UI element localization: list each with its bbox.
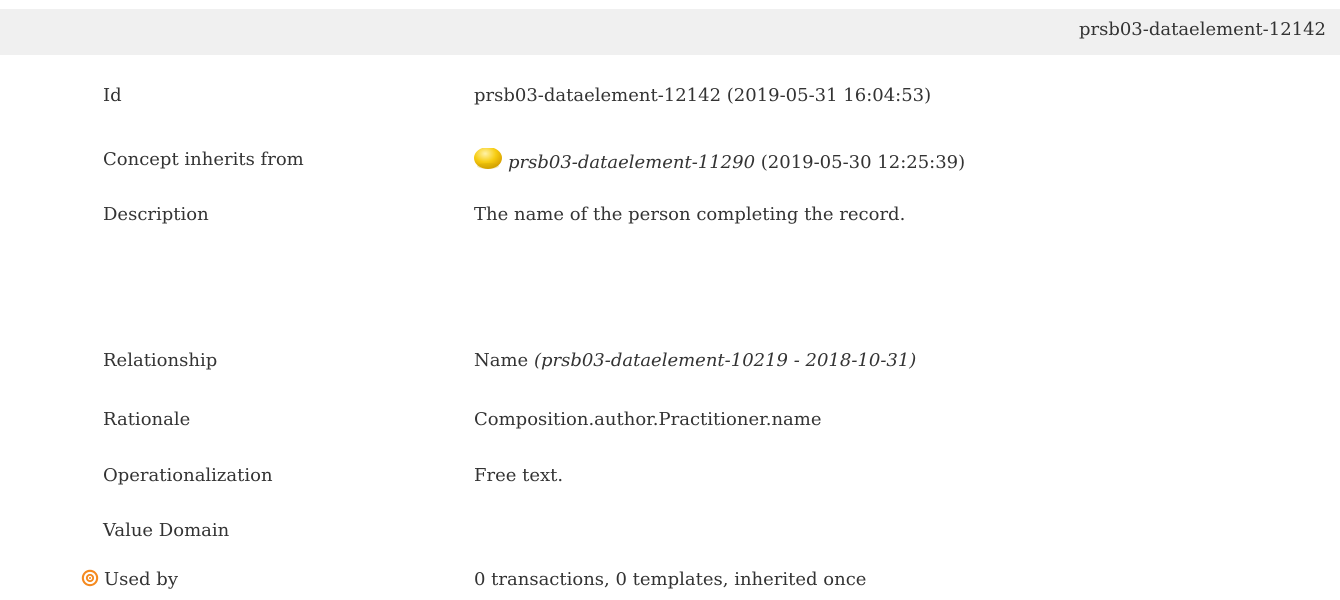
row-id: Id prsb03-dataelement-12142 (2019-05-31 … [0,84,1340,116]
used-by-label: Used by [104,569,178,590]
header-dataelement-id: prsb03-dataelement-12142 [1078,19,1326,40]
row-operationalization: Operationalization Free text. [0,464,1340,496]
concept-date: (2019-05-30 12:25:39) [755,152,966,173]
row-used-by: Used by 0 transactions, 0 templates, inh… [0,568,1340,600]
header-bar: prsb03-dataelement-12142 [0,9,1340,55]
label-rationale: Rationale [103,409,191,430]
value-used-by: 0 transactions, 0 templates, inherited o… [474,569,867,590]
label-description: Description [103,204,209,225]
value-id: prsb03-dataelement-12142 (2019-05-31 16:… [474,85,932,106]
label-used-by: Used by [81,568,178,592]
value-concept-inherits-from: prsb03-dataelement-11290 (2019-05-30 12:… [470,147,966,175]
relationship-name: Name [474,350,534,371]
value-rationale: Composition.author.Practitioner.name [474,409,822,430]
row-rationale: Rationale Composition.author.Practitione… [0,408,1340,440]
label-concept-inherits-from: Concept inherits from [103,149,304,170]
value-description: The name of the person completing the re… [474,204,906,225]
row-description: Description The name of the person compl… [0,203,1340,235]
label-value-domain: Value Domain [103,520,230,541]
yellow-circle-icon [470,147,504,172]
value-operationalization: Free text. [474,465,564,486]
label-relationship: Relationship [103,350,218,371]
row-relationship: Relationship Name (prsb03-dataelement-10… [0,349,1340,381]
label-operationalization: Operationalization [103,465,273,486]
relationship-ref[interactable]: (prsb03-dataelement-10219 - 2018-10-31) [534,350,916,371]
row-concept-inherits-from: Concept inherits from prsb03-dataelement… [0,145,1340,177]
row-value-domain: Value Domain [0,519,1340,551]
value-relationship: Name (prsb03-dataelement-10219 - 2018-10… [474,349,916,373]
label-id: Id [103,85,122,106]
concept-link[interactable]: prsb03-dataelement-11290 [508,152,755,173]
target-icon [81,569,99,587]
